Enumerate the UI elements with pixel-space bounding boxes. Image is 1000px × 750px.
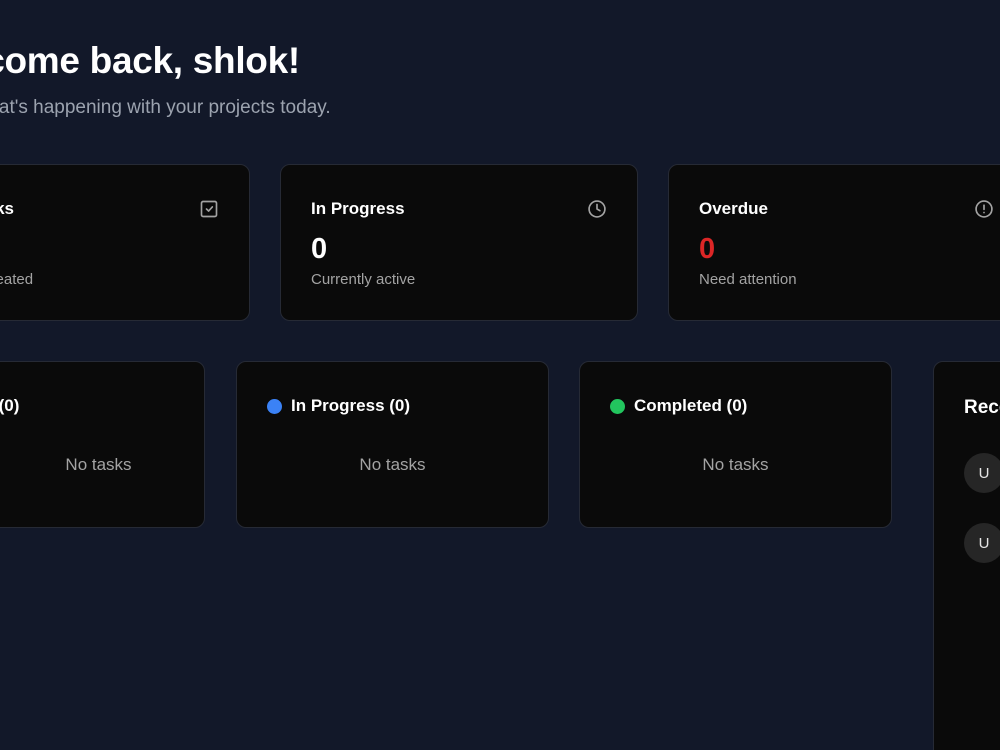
column-header: To Do (0)	[0, 396, 19, 416]
column-todo: To Do (0) No tasks	[0, 361, 205, 528]
column-title: Completed (0)	[634, 396, 748, 415]
clock-icon	[587, 199, 607, 219]
recent-activity-title: Recent Activity	[964, 397, 1000, 418]
avatar: U	[964, 453, 1000, 493]
welcome-title: Welcome back, shlok!	[0, 40, 300, 81]
check-square-icon	[199, 199, 219, 219]
stat-card-overdue: Overdue 0 Need attention	[668, 164, 1000, 321]
stat-card-in-progress: In Progress 0 Currently active	[280, 164, 638, 321]
alert-circle-icon	[974, 199, 994, 219]
stat-value: 0	[311, 233, 328, 265]
recent-activity-panel: Recent Activity U U	[933, 361, 1000, 750]
column-in-progress: In Progress (0) No tasks	[236, 361, 549, 528]
dashboard-page: Welcome back, shlok! Here's what's happe…	[0, 0, 1000, 750]
column-completed: Completed (0) No tasks	[579, 361, 892, 528]
stat-description: Need attention	[699, 271, 797, 288]
stat-value-overdue: 0	[699, 233, 716, 265]
status-dot-icon	[267, 398, 282, 414]
stat-title: Overdue	[699, 199, 768, 218]
stat-title: In Progress	[311, 199, 405, 218]
welcome-subtitle: Here's what's happening with your projec…	[0, 97, 331, 118]
avatar: U	[964, 523, 1000, 563]
column-title: To Do (0)	[0, 396, 20, 415]
column-title: In Progress (0)	[291, 396, 411, 415]
empty-state: No tasks	[359, 455, 426, 474]
column-header: In Progress (0)	[267, 396, 410, 416]
stat-description: Currently active	[311, 271, 416, 288]
empty-state: No tasks	[65, 455, 132, 474]
empty-state: No tasks	[702, 455, 769, 474]
column-header: Completed (0)	[610, 396, 747, 416]
stat-description: All tasks created	[0, 271, 34, 288]
stat-title: Total Tasks	[0, 199, 15, 218]
status-dot-icon	[610, 398, 625, 414]
stat-card-total-tasks: Total Tasks 0 All tasks created	[0, 164, 250, 321]
